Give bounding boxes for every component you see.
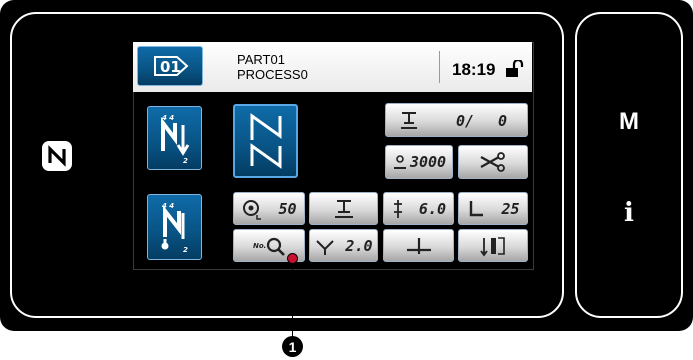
header-divider bbox=[439, 51, 440, 83]
sequence-button[interactable]: 01 bbox=[137, 46, 203, 86]
search-icon: No. bbox=[253, 237, 285, 256]
stitch-pattern-icon: 4 4 2 bbox=[160, 114, 189, 165]
presser-foot-button[interactable] bbox=[309, 192, 378, 225]
speed-icon bbox=[393, 155, 406, 169]
speed-button[interactable]: 3000 bbox=[385, 145, 453, 179]
stitch-end-icon: 4 4 2 bbox=[161, 202, 188, 254]
thread-tension-button[interactable]: 50 bbox=[233, 192, 305, 225]
sequence-label: 01 bbox=[160, 58, 181, 76]
needle-bar-button[interactable]: 2.0 bbox=[309, 229, 378, 262]
tension-dial-icon bbox=[243, 199, 262, 220]
sewing-mode-button-3[interactable]: 4 4 2 bbox=[147, 194, 202, 260]
process-name: PROCESS0 bbox=[237, 67, 308, 82]
stitch-length-value: 6.0 bbox=[418, 199, 447, 218]
stitch-length-icon bbox=[393, 199, 402, 218]
svg-text:No.: No. bbox=[253, 242, 266, 250]
center-line-icon bbox=[406, 237, 431, 254]
counter-button[interactable]: 0/ 0 bbox=[385, 103, 528, 137]
foot-height-value: 25 bbox=[501, 199, 520, 218]
counter-icon bbox=[401, 112, 417, 129]
svg-text:2: 2 bbox=[183, 157, 188, 165]
foot-height-icon bbox=[470, 200, 484, 216]
program-info: PART01 PROCESS0 bbox=[237, 52, 308, 82]
stitch-length-button[interactable]: 6.0 bbox=[383, 192, 454, 225]
foot-height-button[interactable]: 25 bbox=[458, 192, 528, 225]
clock: 18:19 bbox=[452, 60, 496, 79]
bar-tack-button[interactable] bbox=[458, 229, 528, 262]
center-line-button[interactable] bbox=[383, 229, 454, 262]
counter-value: 0/ bbox=[456, 112, 475, 130]
callout-marker bbox=[287, 253, 298, 264]
needle-icon bbox=[316, 239, 335, 255]
callout-line bbox=[292, 258, 293, 340]
thread-tension-value: 50 bbox=[278, 199, 297, 218]
callout-number: 1 bbox=[282, 336, 303, 357]
thread-trim-button[interactable] bbox=[458, 145, 528, 179]
svg-text:4 4: 4 4 bbox=[162, 202, 174, 210]
needle-value: 2.0 bbox=[345, 236, 373, 255]
unlock-icon[interactable] bbox=[505, 60, 525, 78]
sewing-mode-button-1[interactable]: 4 4 2 bbox=[147, 106, 202, 170]
menu-key[interactable]: M bbox=[577, 108, 681, 136]
svg-text:4 4: 4 4 bbox=[162, 114, 174, 122]
scissors-icon bbox=[480, 152, 505, 172]
sewing-mode-button-2[interactable] bbox=[233, 104, 298, 178]
zigzag-pattern-icon bbox=[250, 113, 281, 169]
bar-tack-icon bbox=[480, 236, 505, 256]
presser-foot-icon bbox=[334, 199, 353, 218]
speed-value: 3000 bbox=[409, 153, 447, 171]
svg-text:2: 2 bbox=[183, 246, 188, 254]
counter-value-2: 0 bbox=[498, 112, 508, 130]
info-key[interactable]: i bbox=[577, 198, 681, 228]
side-key-panel: M i bbox=[575, 12, 683, 318]
part-name: PART01 bbox=[237, 52, 285, 67]
nfc-icon bbox=[42, 141, 72, 171]
